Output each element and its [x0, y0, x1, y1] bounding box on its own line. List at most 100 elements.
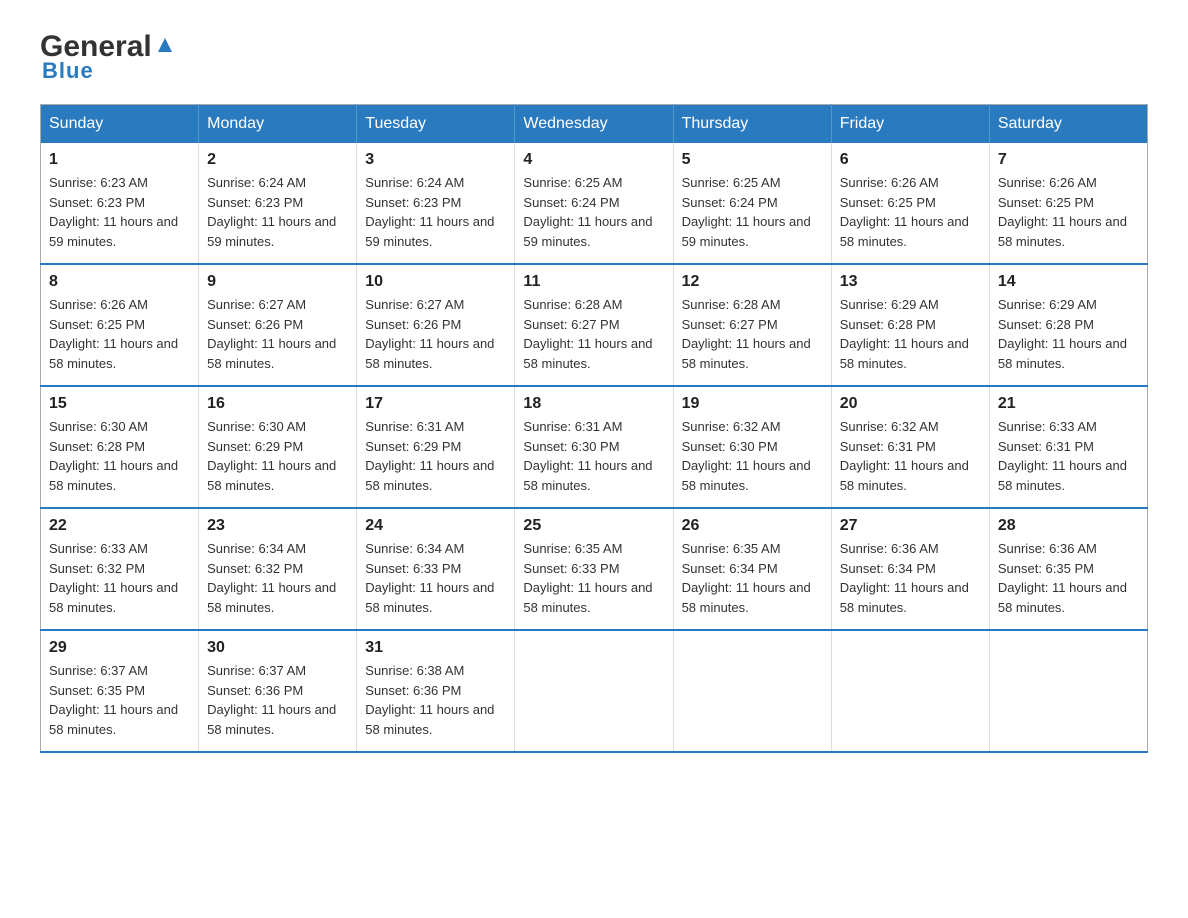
calendar-cell: 30 Sunrise: 6:37 AM Sunset: 6:36 PM Dayl…	[199, 630, 357, 752]
day-number: 27	[840, 517, 981, 535]
calendar-cell	[515, 630, 673, 752]
day-number: 4	[523, 151, 664, 169]
header-wednesday: Wednesday	[515, 105, 673, 144]
day-info: Sunrise: 6:36 AM Sunset: 6:35 PM Dayligh…	[998, 539, 1139, 617]
calendar-cell: 24 Sunrise: 6:34 AM Sunset: 6:33 PM Dayl…	[357, 508, 515, 630]
calendar-cell: 13 Sunrise: 6:29 AM Sunset: 6:28 PM Dayl…	[831, 264, 989, 386]
calendar-cell: 23 Sunrise: 6:34 AM Sunset: 6:32 PM Dayl…	[199, 508, 357, 630]
calendar-cell: 15 Sunrise: 6:30 AM Sunset: 6:28 PM Dayl…	[41, 386, 199, 508]
day-info: Sunrise: 6:23 AM Sunset: 6:23 PM Dayligh…	[49, 173, 190, 251]
calendar-cell: 27 Sunrise: 6:36 AM Sunset: 6:34 PM Dayl…	[831, 508, 989, 630]
header-tuesday: Tuesday	[357, 105, 515, 144]
day-number: 25	[523, 517, 664, 535]
day-info: Sunrise: 6:32 AM Sunset: 6:31 PM Dayligh…	[840, 417, 981, 495]
day-info: Sunrise: 6:33 AM Sunset: 6:32 PM Dayligh…	[49, 539, 190, 617]
day-info: Sunrise: 6:26 AM Sunset: 6:25 PM Dayligh…	[998, 173, 1139, 251]
calendar-cell: 16 Sunrise: 6:30 AM Sunset: 6:29 PM Dayl…	[199, 386, 357, 508]
calendar-cell: 21 Sunrise: 6:33 AM Sunset: 6:31 PM Dayl…	[989, 386, 1147, 508]
calendar-cell: 8 Sunrise: 6:26 AM Sunset: 6:25 PM Dayli…	[41, 264, 199, 386]
day-number: 1	[49, 151, 190, 169]
day-info: Sunrise: 6:37 AM Sunset: 6:35 PM Dayligh…	[49, 661, 190, 739]
day-info: Sunrise: 6:25 AM Sunset: 6:24 PM Dayligh…	[523, 173, 664, 251]
day-number: 23	[207, 517, 348, 535]
page-header: General Blue	[40, 30, 1148, 84]
header-sunday: Sunday	[41, 105, 199, 144]
day-number: 6	[840, 151, 981, 169]
header-saturday: Saturday	[989, 105, 1147, 144]
day-number: 7	[998, 151, 1139, 169]
calendar-cell: 11 Sunrise: 6:28 AM Sunset: 6:27 PM Dayl…	[515, 264, 673, 386]
calendar-week-row: 15 Sunrise: 6:30 AM Sunset: 6:28 PM Dayl…	[41, 386, 1148, 508]
day-info: Sunrise: 6:37 AM Sunset: 6:36 PM Dayligh…	[207, 661, 348, 739]
day-number: 16	[207, 395, 348, 413]
day-info: Sunrise: 6:28 AM Sunset: 6:27 PM Dayligh…	[682, 295, 823, 373]
day-info: Sunrise: 6:34 AM Sunset: 6:32 PM Dayligh…	[207, 539, 348, 617]
calendar-cell: 9 Sunrise: 6:27 AM Sunset: 6:26 PM Dayli…	[199, 264, 357, 386]
day-number: 2	[207, 151, 348, 169]
calendar-cell: 10 Sunrise: 6:27 AM Sunset: 6:26 PM Dayl…	[357, 264, 515, 386]
day-info: Sunrise: 6:24 AM Sunset: 6:23 PM Dayligh…	[365, 173, 506, 251]
day-number: 17	[365, 395, 506, 413]
calendar-table: Sunday Monday Tuesday Wednesday Thursday…	[40, 104, 1148, 753]
day-number: 15	[49, 395, 190, 413]
logo-triangle-icon	[154, 34, 176, 61]
day-info: Sunrise: 6:33 AM Sunset: 6:31 PM Dayligh…	[998, 417, 1139, 495]
day-info: Sunrise: 6:30 AM Sunset: 6:28 PM Dayligh…	[49, 417, 190, 495]
day-number: 3	[365, 151, 506, 169]
calendar-cell: 22 Sunrise: 6:33 AM Sunset: 6:32 PM Dayl…	[41, 508, 199, 630]
day-number: 11	[523, 273, 664, 291]
calendar-cell: 26 Sunrise: 6:35 AM Sunset: 6:34 PM Dayl…	[673, 508, 831, 630]
calendar-cell: 17 Sunrise: 6:31 AM Sunset: 6:29 PM Dayl…	[357, 386, 515, 508]
day-number: 13	[840, 273, 981, 291]
calendar-cell: 12 Sunrise: 6:28 AM Sunset: 6:27 PM Dayl…	[673, 264, 831, 386]
day-info: Sunrise: 6:24 AM Sunset: 6:23 PM Dayligh…	[207, 173, 348, 251]
calendar-cell: 4 Sunrise: 6:25 AM Sunset: 6:24 PM Dayli…	[515, 143, 673, 264]
calendar-week-row: 1 Sunrise: 6:23 AM Sunset: 6:23 PM Dayli…	[41, 143, 1148, 264]
calendar-cell	[831, 630, 989, 752]
calendar-header-row: Sunday Monday Tuesday Wednesday Thursday…	[41, 105, 1148, 144]
day-number: 14	[998, 273, 1139, 291]
day-number: 5	[682, 151, 823, 169]
day-info: Sunrise: 6:26 AM Sunset: 6:25 PM Dayligh…	[49, 295, 190, 373]
day-info: Sunrise: 6:29 AM Sunset: 6:28 PM Dayligh…	[840, 295, 981, 373]
calendar-week-row: 8 Sunrise: 6:26 AM Sunset: 6:25 PM Dayli…	[41, 264, 1148, 386]
day-number: 22	[49, 517, 190, 535]
day-number: 29	[49, 639, 190, 657]
calendar-cell	[673, 630, 831, 752]
calendar-cell: 19 Sunrise: 6:32 AM Sunset: 6:30 PM Dayl…	[673, 386, 831, 508]
calendar-cell: 18 Sunrise: 6:31 AM Sunset: 6:30 PM Dayl…	[515, 386, 673, 508]
day-number: 26	[682, 517, 823, 535]
day-info: Sunrise: 6:27 AM Sunset: 6:26 PM Dayligh…	[365, 295, 506, 373]
day-number: 31	[365, 639, 506, 657]
day-number: 18	[523, 395, 664, 413]
calendar-cell: 20 Sunrise: 6:32 AM Sunset: 6:31 PM Dayl…	[831, 386, 989, 508]
calendar-cell: 28 Sunrise: 6:36 AM Sunset: 6:35 PM Dayl…	[989, 508, 1147, 630]
day-number: 19	[682, 395, 823, 413]
calendar-cell: 6 Sunrise: 6:26 AM Sunset: 6:25 PM Dayli…	[831, 143, 989, 264]
day-info: Sunrise: 6:35 AM Sunset: 6:33 PM Dayligh…	[523, 539, 664, 617]
day-info: Sunrise: 6:34 AM Sunset: 6:33 PM Dayligh…	[365, 539, 506, 617]
header-monday: Monday	[199, 105, 357, 144]
calendar-cell: 31 Sunrise: 6:38 AM Sunset: 6:36 PM Dayl…	[357, 630, 515, 752]
calendar-cell: 7 Sunrise: 6:26 AM Sunset: 6:25 PM Dayli…	[989, 143, 1147, 264]
calendar-cell: 1 Sunrise: 6:23 AM Sunset: 6:23 PM Dayli…	[41, 143, 199, 264]
header-friday: Friday	[831, 105, 989, 144]
logo-blue-text: Blue	[40, 58, 94, 84]
day-number: 10	[365, 273, 506, 291]
calendar-week-row: 29 Sunrise: 6:37 AM Sunset: 6:35 PM Dayl…	[41, 630, 1148, 752]
day-number: 9	[207, 273, 348, 291]
logo: General Blue	[40, 30, 178, 84]
day-info: Sunrise: 6:38 AM Sunset: 6:36 PM Dayligh…	[365, 661, 506, 739]
day-number: 20	[840, 395, 981, 413]
day-info: Sunrise: 6:29 AM Sunset: 6:28 PM Dayligh…	[998, 295, 1139, 373]
day-info: Sunrise: 6:25 AM Sunset: 6:24 PM Dayligh…	[682, 173, 823, 251]
day-info: Sunrise: 6:31 AM Sunset: 6:29 PM Dayligh…	[365, 417, 506, 495]
day-number: 28	[998, 517, 1139, 535]
day-number: 12	[682, 273, 823, 291]
calendar-cell	[989, 630, 1147, 752]
day-info: Sunrise: 6:28 AM Sunset: 6:27 PM Dayligh…	[523, 295, 664, 373]
calendar-cell: 25 Sunrise: 6:35 AM Sunset: 6:33 PM Dayl…	[515, 508, 673, 630]
day-info: Sunrise: 6:36 AM Sunset: 6:34 PM Dayligh…	[840, 539, 981, 617]
day-info: Sunrise: 6:32 AM Sunset: 6:30 PM Dayligh…	[682, 417, 823, 495]
calendar-cell: 14 Sunrise: 6:29 AM Sunset: 6:28 PM Dayl…	[989, 264, 1147, 386]
